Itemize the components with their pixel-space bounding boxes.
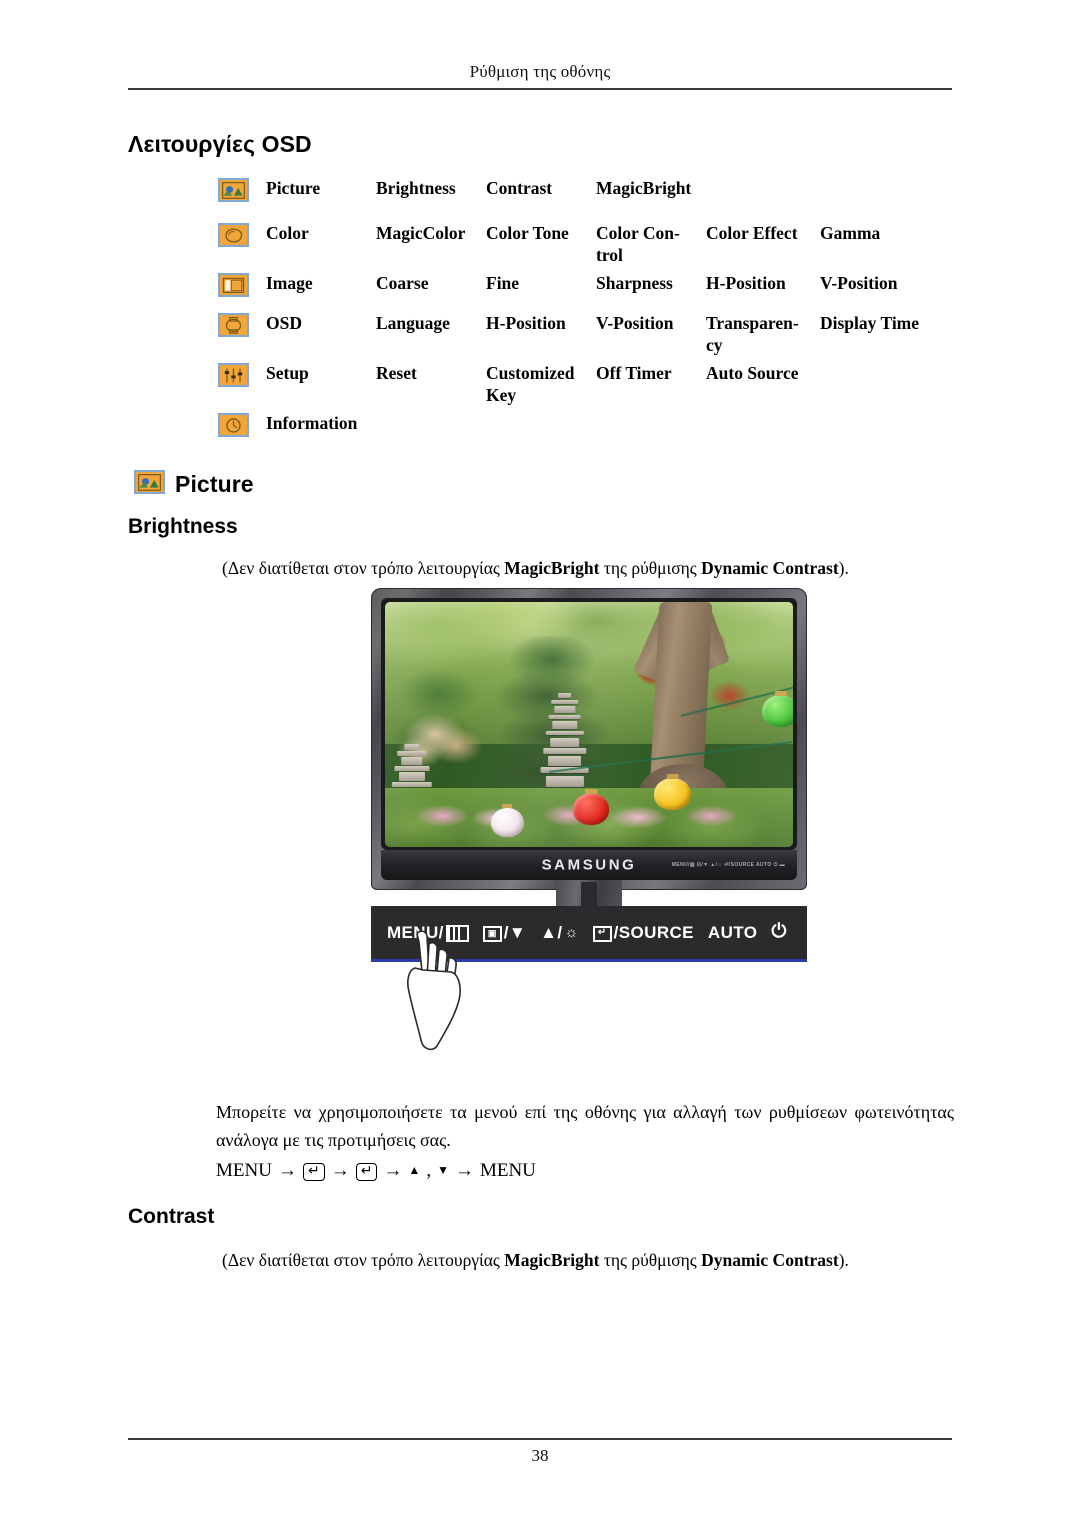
note-suffix: ).	[838, 558, 849, 578]
table-cell: H-Position	[706, 273, 786, 293]
table-cell: Fine	[486, 273, 520, 293]
menu-navigation-sequence: MENU → ↵ → ↵ → ▲ , ▼ → MENU	[216, 1160, 536, 1182]
table-cell: Display Time	[820, 313, 920, 333]
comma-separator: ,	[426, 1160, 432, 1181]
table-cell: Gamma	[820, 223, 881, 243]
power-button[interactable]: ⏻	[771, 921, 786, 943]
page-number: 38	[531, 1446, 549, 1465]
menu-seq-start: MENU	[216, 1160, 272, 1181]
source-button-label: /SOURCE	[613, 922, 694, 942]
table-cell: V-Position	[596, 313, 674, 333]
arrow-icon: →	[383, 1160, 403, 1181]
source-button[interactable]: ↵/SOURCE	[592, 922, 694, 943]
scene-lantern-green	[762, 695, 793, 727]
table-cell: MagicColor	[376, 223, 466, 243]
document-page: Ρύθμιση της οθόνης Λειτουργίες OSD Pictu…	[0, 0, 1080, 1527]
table-row-label: OSD	[266, 313, 302, 333]
table-cell: H-Position	[486, 313, 566, 333]
note-suffix: ).	[838, 1250, 849, 1270]
table-row-label: Image	[266, 273, 313, 293]
monitor-chassis: SAMSUNG MENU/▥ ⊡/▼ ▲/☼ ⏎/SOURCE AUTO ⏻ ▬	[371, 588, 807, 890]
down-arrow-icon: ▼	[437, 1162, 449, 1177]
arrow-icon: →	[277, 1160, 297, 1181]
enter-key-icon: ↵	[355, 1163, 378, 1181]
brightness-note: (Δεν διατίθεται στον τρόπο λειτουργίας M…	[222, 558, 849, 579]
up-arrow-icon: ▲	[408, 1162, 421, 1177]
table-cell: Color Effect	[706, 223, 798, 243]
note-middle: της ρύθμισης	[599, 558, 702, 578]
table-cell: Customized Key	[486, 363, 575, 405]
osd-icon	[218, 313, 249, 337]
table-cell: Transparen- cy	[706, 313, 799, 355]
note-middle: της ρύθμισης	[599, 1250, 702, 1270]
note-prefix: (Δεν διατίθεται στον τρόπο λειτουργίας	[222, 1250, 505, 1270]
image-icon	[218, 273, 249, 297]
color-icon	[218, 223, 249, 247]
table-cell: MagicBright	[596, 178, 692, 198]
up-button[interactable]: ▲/☼	[540, 923, 579, 943]
bezel-control-labels: MENU/▥ ⊡/▼ ▲/☼ ⏎/SOURCE AUTO ⏻ ▬	[671, 862, 785, 868]
table-cell: Color Tone	[486, 223, 569, 243]
brightness-body-text: Μπορείτε να χρησιμοποιήσετε τα μενού επί…	[216, 1102, 954, 1150]
note-bold-magicbright: MagicBright	[504, 1250, 600, 1270]
arrow-icon: →	[330, 1160, 350, 1181]
menu-seq-end: MENU	[479, 1160, 536, 1181]
running-header: Ρύθμιση της οθόνης	[469, 62, 611, 81]
note-bold-magicbright: MagicBright	[504, 558, 600, 578]
table-cell: Auto Source	[706, 363, 799, 383]
pointing-hand-illustration	[393, 928, 489, 1056]
contrast-note: (Δεν διατίθεται στον τρόπο λειτουργίας M…	[222, 1250, 849, 1271]
enter-key-icon: ↵	[302, 1163, 325, 1181]
scene-lantern-white	[491, 807, 524, 838]
table-cell: Brightness	[376, 178, 456, 198]
monitor-screen	[385, 602, 793, 847]
note-bold-dynamic-contrast: Dynamic Contrast	[701, 1250, 839, 1270]
table-cell: Reset	[376, 363, 417, 383]
scene-lantern-yellow	[654, 778, 691, 811]
table-row-label: Setup	[266, 363, 309, 383]
table-cell: Color Con- trol	[596, 223, 680, 265]
table-cell: Language	[376, 313, 450, 333]
down-button-label: /▼	[503, 922, 527, 942]
picture-section-icon	[134, 470, 165, 494]
scene-lantern-red	[572, 793, 610, 825]
picture-heading: Picture	[175, 471, 254, 497]
brightness-heading: Brightness	[128, 515, 238, 538]
monitor-figure: SAMSUNG MENU/▥ ⊡/▼ ▲/☼ ⏎/SOURCE AUTO ⏻ ▬…	[371, 588, 807, 1051]
enter-icon: ↵	[592, 925, 612, 942]
table-cell: Contrast	[486, 178, 553, 198]
down-button[interactable]: ▣/▼	[482, 922, 527, 943]
arrow-icon: →	[454, 1160, 474, 1181]
table-row-label: Color	[266, 223, 309, 243]
setup-icon	[218, 363, 249, 387]
table-cell: Sharpness	[596, 273, 673, 293]
note-bold-dynamic-contrast: Dynamic Contrast	[701, 558, 839, 578]
table-row-label: Information	[266, 413, 358, 433]
header-divider	[128, 88, 952, 90]
table-row-label: Picture	[266, 178, 321, 198]
monitor-bottom-bezel: SAMSUNG MENU/▥ ⊡/▼ ▲/☼ ⏎/SOURCE AUTO ⏻ ▬	[381, 850, 797, 880]
note-prefix: (Δεν διατίθεται στον τρόπο λειτουργίας	[222, 558, 505, 578]
auto-button[interactable]: AUTO	[708, 923, 757, 943]
table-cell: Off Timer	[596, 363, 672, 383]
page-title: Λειτουργίες OSD	[128, 131, 312, 157]
footer-divider	[128, 1438, 952, 1440]
contrast-heading: Contrast	[128, 1205, 215, 1228]
picture-icon	[218, 178, 249, 202]
samsung-logo: SAMSUNG	[541, 856, 637, 874]
table-cell: V-Position	[820, 273, 898, 293]
brightness-sun-icon: ☼	[564, 924, 579, 941]
table-cell: Coarse	[376, 273, 429, 293]
up-button-label: ▲/	[540, 922, 563, 942]
information-icon	[218, 413, 249, 437]
